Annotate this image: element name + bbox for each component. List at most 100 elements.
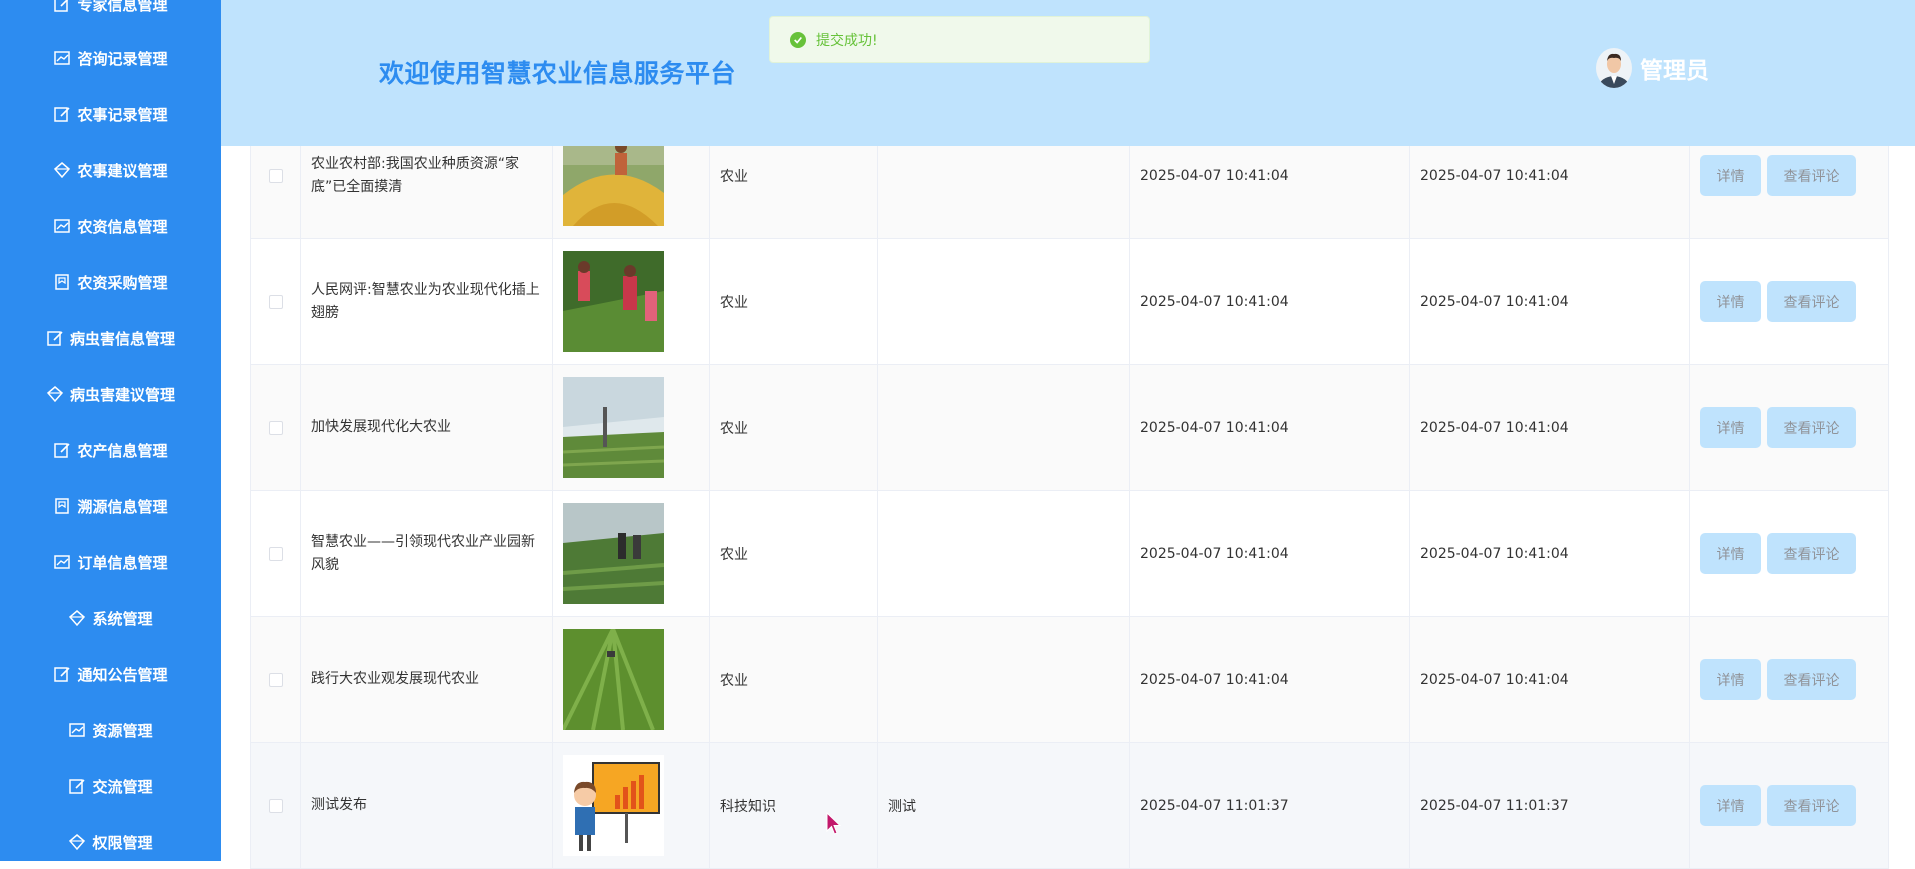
select-cell xyxy=(250,743,301,868)
sidebar-item-trace-info[interactable]: 溯源信息管理 xyxy=(0,486,221,526)
updated-time-cell: 2025-04-07 10:41:04 xyxy=(1410,617,1690,742)
sidebar-item-label: 农产信息管理 xyxy=(77,441,168,460)
created-time-cell: 2025-04-07 11:01:37 xyxy=(1130,743,1410,868)
actions-cell: 详情 查看评论 xyxy=(1690,365,1889,490)
detail-button[interactable]: 详情 xyxy=(1700,281,1761,322)
row-checkbox[interactable] xyxy=(268,672,283,687)
greenhouse-visit-photo xyxy=(563,503,664,604)
presenter-chart-illustration xyxy=(563,755,664,856)
actions-cell: 详情 查看评论 xyxy=(1690,491,1889,616)
view-comments-button[interactable]: 查看评论 xyxy=(1767,533,1856,574)
sidebar-item-announcements[interactable]: 通知公告管理 xyxy=(0,654,221,694)
row-checkbox[interactable] xyxy=(268,546,283,561)
detail-button[interactable]: 详情 xyxy=(1700,659,1761,700)
bookmark-icon xyxy=(55,274,70,290)
created-time-cell: 2025-04-07 10:41:04 xyxy=(1130,491,1410,616)
greenhouse-photo xyxy=(563,377,664,478)
updated-time-cell: 2025-04-07 10:41:04 xyxy=(1410,239,1690,364)
sidebar-item-farm-advice[interactable]: 农事建议管理 xyxy=(0,150,221,190)
sidebar-item-label: 订单信息管理 xyxy=(77,553,168,572)
chart-icon xyxy=(54,219,71,233)
chart-icon xyxy=(54,555,71,569)
sidebar-item-order-info[interactable]: 订单信息管理 xyxy=(0,542,221,582)
table-row: 智慧农业——引领现代农业产业园新风貌 农业 2025-04-07 10:41:0… xyxy=(250,491,1889,617)
created-time-cell: 2025-04-07 10:41:04 xyxy=(1130,365,1410,490)
edit-icon xyxy=(54,0,69,12)
bookmark-icon xyxy=(55,498,70,514)
select-cell xyxy=(250,491,301,616)
updated-time-cell: 2025-04-07 10:41:04 xyxy=(1410,365,1690,490)
category-cell: 科技知识 xyxy=(710,743,878,868)
row-checkbox[interactable] xyxy=(268,168,283,183)
sidebar-item-system[interactable]: 系统管理 xyxy=(0,598,221,638)
updated-time-cell: 2025-04-07 10:41:04 xyxy=(1410,491,1690,616)
sidebar-item-permissions[interactable]: 权限管理 xyxy=(0,822,221,861)
content-cell xyxy=(878,365,1130,490)
updated-time-cell: 2025-04-07 11:01:37 xyxy=(1410,743,1690,868)
sidebar-item-supplies-purchase[interactable]: 农资采购管理 xyxy=(0,262,221,302)
view-comments-button[interactable]: 查看评论 xyxy=(1767,659,1856,700)
title-cell: 人民网评:智慧农业为农业现代化插上翅膀 xyxy=(301,239,553,364)
sidebar-item-pest-advice[interactable]: 病虫害建议管理 xyxy=(0,374,221,414)
content-cell: 测试 xyxy=(878,743,1130,868)
sidebar-item-label: 通知公告管理 xyxy=(77,665,168,684)
created-time-cell: 2025-04-07 10:41:04 xyxy=(1130,617,1410,742)
table-row: 加快发展现代化大农业 农业 2025-04-07 10:41:04 2025-0… xyxy=(250,365,1889,491)
sidebar-item-label: 溯源信息管理 xyxy=(77,497,168,516)
chart-icon xyxy=(54,51,71,65)
user-menu[interactable]: 管理员 xyxy=(1596,48,1709,88)
sidebar-item-consult-records[interactable]: 咨询记录管理 xyxy=(0,38,221,78)
category-cell: 农业 xyxy=(710,491,878,616)
sidebar-item-label: 咨询记录管理 xyxy=(77,49,168,68)
sidebar-item-supplies-info[interactable]: 农资信息管理 xyxy=(0,206,221,246)
content-cell xyxy=(878,617,1130,742)
view-comments-button[interactable]: 查看评论 xyxy=(1767,785,1856,826)
image-cell xyxy=(553,239,710,364)
edit-icon xyxy=(54,667,71,682)
view-comments-button[interactable]: 查看评论 xyxy=(1767,281,1856,322)
row-checkbox[interactable] xyxy=(268,294,283,309)
sidebar-item-label: 资源管理 xyxy=(92,721,153,740)
detail-button[interactable]: 详情 xyxy=(1700,533,1761,574)
edit-icon xyxy=(54,107,71,122)
category-cell: 农业 xyxy=(710,617,878,742)
image-cell xyxy=(553,743,710,868)
view-comments-button[interactable]: 查看评论 xyxy=(1767,155,1856,196)
select-cell xyxy=(250,365,301,490)
actions-cell: 详情 查看评论 xyxy=(1690,239,1889,364)
detail-button[interactable]: 详情 xyxy=(1700,407,1761,448)
select-cell xyxy=(250,239,301,364)
sidebar-item-label: 病虫害信息管理 xyxy=(69,329,175,348)
sidebar-item-exchange[interactable]: 交流管理 xyxy=(0,766,221,806)
detail-button[interactable]: 详情 xyxy=(1700,155,1761,196)
select-cell xyxy=(250,617,301,742)
sidebar-item-pest-info[interactable]: 病虫害信息管理 xyxy=(0,318,221,358)
sidebar: 专家信息管理 咨询记录管理 农事记录管理 农事建议管理 农资信息管理 农资采购管… xyxy=(0,0,221,861)
category-cell: 农业 xyxy=(710,239,878,364)
sidebar-item-expert-info[interactable]: 专家信息管理 xyxy=(0,0,221,24)
site-title: 欢迎使用智慧农业信息服务平台 xyxy=(379,59,737,88)
table-row: 践行大农业观发展现代农业 农业 2025-04-07 10:41:04 2025… xyxy=(250,617,1889,743)
actions-cell: 详情 查看评论 xyxy=(1690,617,1889,742)
sidebar-item-produce-info[interactable]: 农产信息管理 xyxy=(0,430,221,470)
detail-button[interactable]: 详情 xyxy=(1700,785,1761,826)
sidebar-item-label: 专家信息管理 xyxy=(77,0,168,14)
sidebar-item-label: 农资采购管理 xyxy=(77,273,168,292)
user-name: 管理员 xyxy=(1640,58,1709,84)
actions-cell: 详情 查看评论 xyxy=(1690,743,1889,868)
avatar xyxy=(1596,48,1632,88)
check-circle-icon xyxy=(790,31,806,48)
view-comments-button[interactable]: 查看评论 xyxy=(1767,407,1856,448)
title-cell: 加快发展现代化大农业 xyxy=(301,365,553,490)
row-checkbox[interactable] xyxy=(268,798,283,813)
diamond-icon xyxy=(46,386,64,403)
diamond-icon xyxy=(69,834,86,851)
row-checkbox[interactable] xyxy=(268,420,283,435)
sidebar-item-resources[interactable]: 资源管理 xyxy=(0,710,221,750)
image-cell xyxy=(553,491,710,616)
mouse-cursor-icon xyxy=(826,812,842,835)
sidebar-item-farm-records[interactable]: 农事记录管理 xyxy=(0,94,221,134)
image-cell xyxy=(553,365,710,490)
content-cell xyxy=(878,239,1130,364)
title-cell: 智慧农业——引领现代农业产业园新风貌 xyxy=(301,491,553,616)
